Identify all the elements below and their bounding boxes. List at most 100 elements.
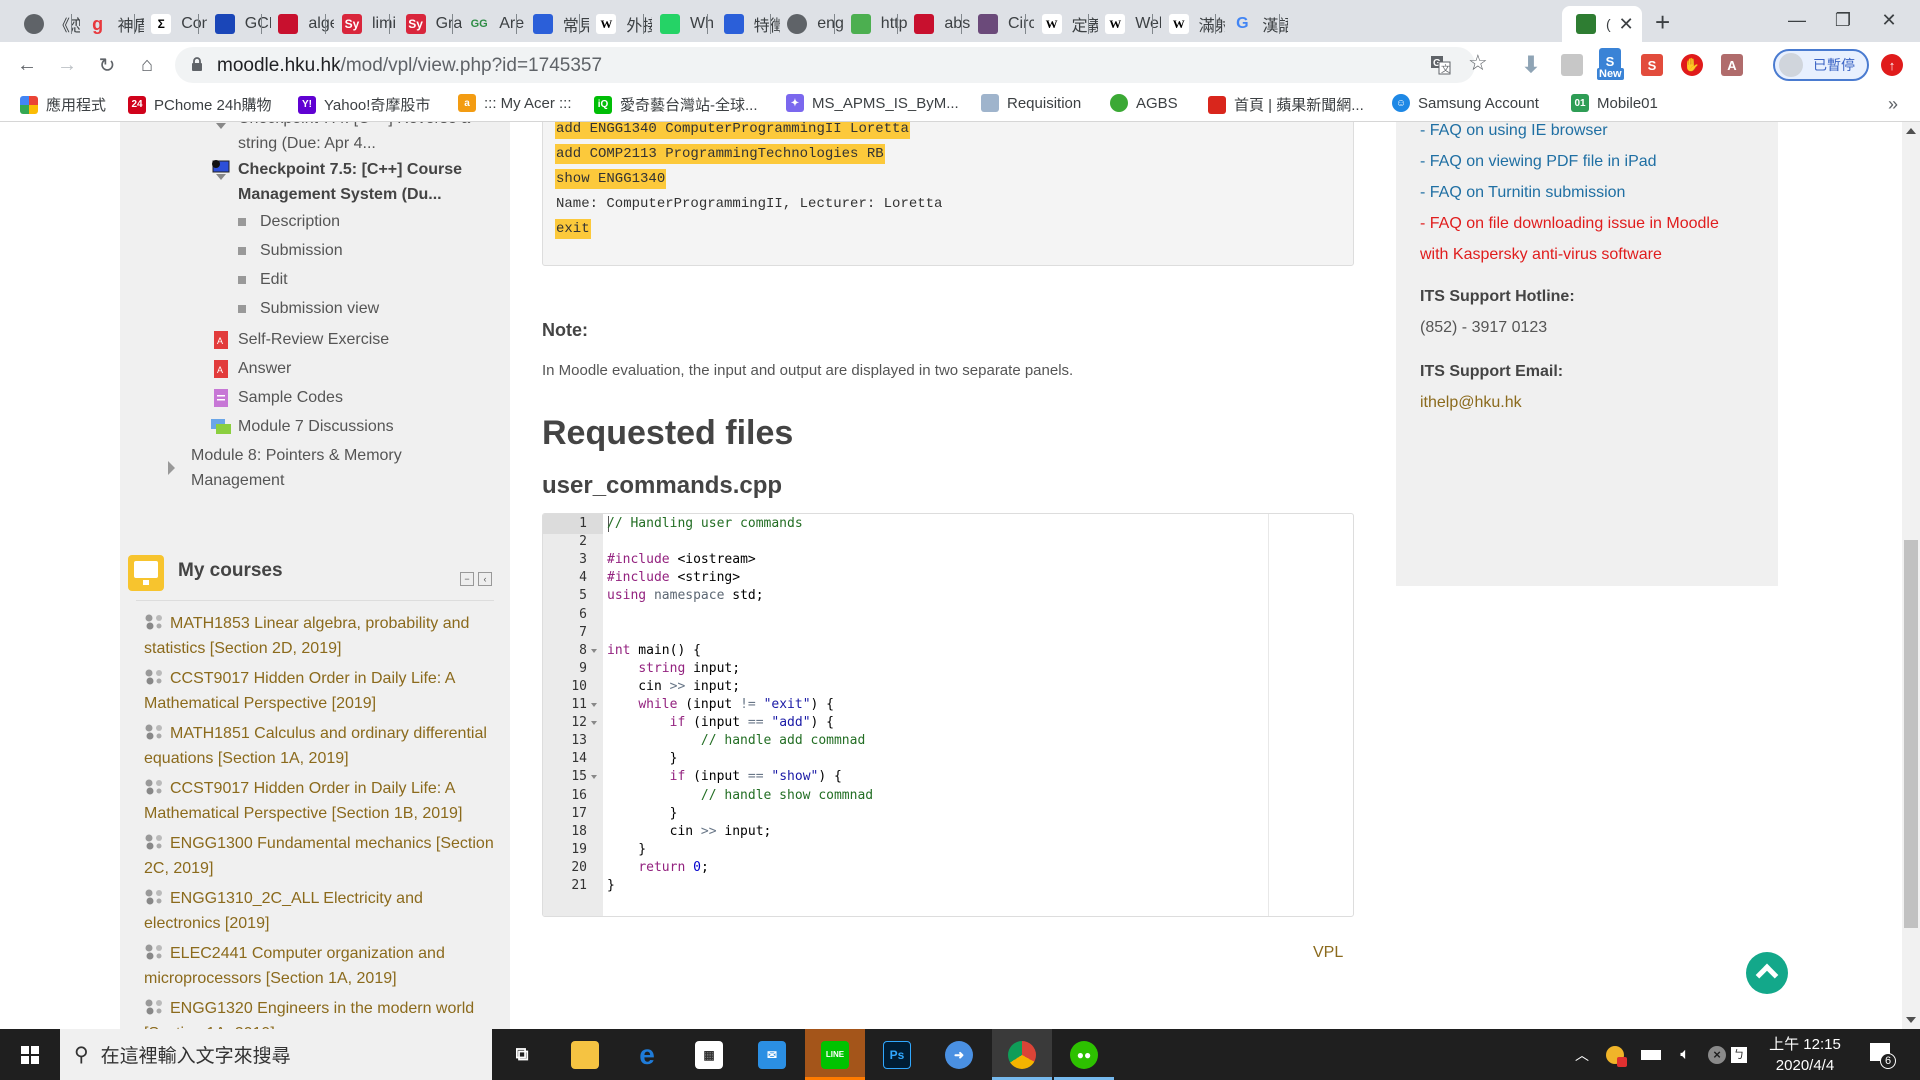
nav-item-checkpoint-7-5[interactable]: Checkpoint 7.5: [C++] Course Management S… — [210, 157, 462, 207]
taskbar-app-file-explorer[interactable] — [555, 1029, 615, 1080]
reload-button[interactable]: ↻ — [92, 50, 122, 80]
taskbar-app-wechat[interactable]: ●● — [1054, 1029, 1114, 1080]
nav-subitem-submission[interactable]: Submission — [238, 242, 343, 260]
copy-extension-icon[interactable] — [1561, 54, 1583, 76]
taskbar-app-messenger[interactable]: ➜ — [929, 1029, 989, 1080]
scroll-up-arrow-icon[interactable] — [1906, 128, 1916, 134]
browser-tab[interactable]: 《恋 — [10, 6, 80, 42]
page-scrollbar[interactable] — [1902, 122, 1920, 1029]
home-button[interactable]: ⌂ — [132, 50, 162, 80]
bookmark-item[interactable]: ✦ MS_APMS_IS_ByM... — [786, 94, 959, 112]
browser-tab[interactable]: eng — [773, 6, 843, 42]
new-tab-button[interactable]: + — [1655, 6, 1670, 38]
browser-tab[interactable]: g 神盾 — [74, 6, 144, 42]
maximize-button[interactable]: ❐ — [1820, 0, 1866, 40]
faq-pdf-ipad-link[interactable]: - FAQ on viewing PDF file in iPad — [1420, 149, 1657, 174]
browser-tab[interactable]: Sy Gra — [392, 6, 462, 42]
close-tab-icon[interactable]: ✕ — [1619, 14, 1634, 35]
collapse-block-button[interactable]: − — [460, 572, 474, 586]
browser-tab-active[interactable]: (✕ — [1562, 6, 1642, 42]
browser-tab[interactable]: 常見 — [519, 6, 589, 42]
browser-tab[interactable]: GCD — [201, 6, 271, 42]
browser-tab[interactable]: W 外接 — [582, 6, 652, 42]
bookmark-item[interactable]: iQ 愛奇藝台灣站-全球... — [594, 94, 758, 115]
dock-block-button[interactable]: ‹ — [478, 572, 492, 586]
taskbar-app-mail[interactable]: ✉ — [742, 1029, 802, 1080]
taskbar-search[interactable]: ⚲ 在這裡輸入文字來搜尋 — [60, 1029, 492, 1080]
taskbar-app-edge[interactable]: e — [617, 1029, 677, 1080]
browser-tab[interactable]: W Wel — [1091, 6, 1161, 42]
course-link[interactable]: MATH1853 Linear algebra, probability and… — [144, 611, 494, 661]
show-hidden-icons-button[interactable]: ︿ — [1568, 1029, 1596, 1080]
translate-icon[interactable]: G文 — [1430, 54, 1452, 81]
bookmark-item[interactable]: 首頁 | 蘋果新聞網... — [1208, 94, 1364, 115]
course-link[interactable]: ELEC2441 Computer organization and micro… — [144, 941, 494, 991]
fold-toggle-icon[interactable] — [591, 703, 597, 707]
faq-turnitin-link[interactable]: - FAQ on Turnitin submission — [1420, 180, 1625, 205]
bookmarks-overflow-button[interactable]: » — [1888, 94, 1898, 115]
taskbar-clock[interactable]: 上午 12:15 2020/4/4 — [1760, 1034, 1850, 1076]
profile-button[interactable]: 已暫停 — [1773, 49, 1869, 81]
course-link[interactable]: ENGG1320 Engineers in the modern world [… — [144, 996, 494, 1029]
nav-item-module-7-discussions[interactable]: Module 7 Discussions — [210, 414, 394, 439]
bookmark-item[interactable]: a::: My Acer ::: — [458, 94, 572, 112]
fold-toggle-icon[interactable] — [591, 775, 597, 780]
bookmark-item[interactable]: 應用程式 — [20, 94, 106, 115]
taskbar-app-chrome[interactable] — [992, 1029, 1052, 1080]
start-button[interactable] — [0, 1029, 60, 1080]
back-button[interactable]: ← — [12, 50, 42, 80]
faq-kaspersky-link[interactable]: - FAQ on file downloading issue in Moodl… — [1420, 211, 1719, 236]
vpl-footer-link[interactable]: VPL — [1313, 944, 1343, 962]
nav-item-self-review[interactable]: A Self-Review Exercise — [210, 327, 389, 352]
bookmark-item[interactable]: 24 PChome 24h購物 — [128, 94, 272, 115]
acrobat-icon[interactable]: A — [1721, 54, 1743, 76]
browser-tab[interactable]: GG Are — [455, 6, 525, 42]
browser-tab[interactable]: Circ — [964, 6, 1034, 42]
scroll-down-arrow-icon[interactable] — [1906, 1017, 1916, 1023]
nav-item-checkpoint-7-4[interactable]: Checkpoint 7.4: [C++] Reverse astring (D… — [210, 122, 470, 156]
faq-ie-link[interactable]: - FAQ on using IE browser — [1420, 122, 1608, 143]
course-link[interactable]: CCST9017 Hidden Order in Daily Life: A M… — [144, 666, 494, 716]
browser-tab[interactable]: Sy limi — [328, 6, 398, 42]
action-center-button[interactable]: 6 — [1868, 1041, 1896, 1069]
s-extension-icon[interactable]: S — [1641, 54, 1663, 76]
taskbar-app-photoshop[interactable]: Ps — [867, 1029, 927, 1080]
browser-tab[interactable]: abst — [900, 6, 970, 42]
browser-tab[interactable]: G 漢語 — [1218, 6, 1288, 42]
course-link[interactable]: ENGG1300 Fundamental mechanics [Section … — [144, 831, 494, 881]
input-method-icon[interactable]: ㄅ — [1724, 1029, 1754, 1080]
course-link[interactable]: MATH1851 Calculus and ordinary different… — [144, 721, 494, 771]
nav-subitem-description[interactable]: Description — [238, 213, 340, 231]
bookmark-item[interactable]: Requisition — [981, 94, 1081, 112]
forward-button[interactable]: → — [52, 50, 82, 80]
fold-toggle-icon[interactable] — [591, 721, 597, 726]
nav-subitem-submission-view[interactable]: Submission view — [238, 300, 379, 318]
bookmark-item[interactable]: Y! Yahoo!奇摩股市 — [298, 94, 430, 115]
fold-toggle-icon[interactable] — [591, 648, 597, 653]
course-link[interactable]: ENGG1310_2C_ALL Electricity and electron… — [144, 886, 494, 936]
course-link[interactable]: CCST9017 Hidden Order in Daily Life: A M… — [144, 776, 494, 826]
battery-icon[interactable] — [1636, 1029, 1666, 1080]
nav-item-answer[interactable]: A Answer — [210, 356, 291, 381]
scrollbar-thumb[interactable] — [1904, 540, 1918, 928]
browser-tab[interactable]: ΣCon — [137, 6, 207, 42]
bookmark-item[interactable]: ☺ Samsung Account — [1392, 94, 1539, 112]
address-bar[interactable]: moodle.hku.hk/mod/vpl/view.php?id=174535… — [175, 47, 1488, 83]
browser-tab[interactable]: 特徵 — [710, 6, 780, 42]
browser-tab[interactable]: W 定義 — [1028, 6, 1098, 42]
adblock-icon[interactable]: ✋ — [1681, 54, 1703, 76]
nav-item-sample-codes[interactable]: Sample Codes — [210, 385, 343, 410]
nav-subitem-edit[interactable]: Edit — [238, 271, 288, 289]
close-window-button[interactable]: ✕ — [1866, 0, 1912, 40]
code-editor[interactable]: 1 // Handling user commands 2 3 #include <io… — [542, 513, 1354, 917]
minimize-button[interactable]: — — [1774, 0, 1820, 40]
browser-tab[interactable]: alge — [264, 6, 334, 42]
new-extension-icon[interactable]: New S — [1597, 48, 1624, 80]
back-to-top-button[interactable] — [1746, 952, 1788, 994]
bookmark-item[interactable]: AGBS — [1110, 94, 1178, 112]
update-icon[interactable]: ↑ — [1881, 54, 1903, 76]
bookmark-star-icon[interactable]: ☆ — [1468, 50, 1488, 76]
volume-icon[interactable]: 🔈︎ — [1670, 1029, 1700, 1080]
taskbar-app-line[interactable]: LINE — [805, 1029, 865, 1080]
nav-item-module-8[interactable]: Module 8: Pointers & Memory Management — [168, 443, 402, 493]
